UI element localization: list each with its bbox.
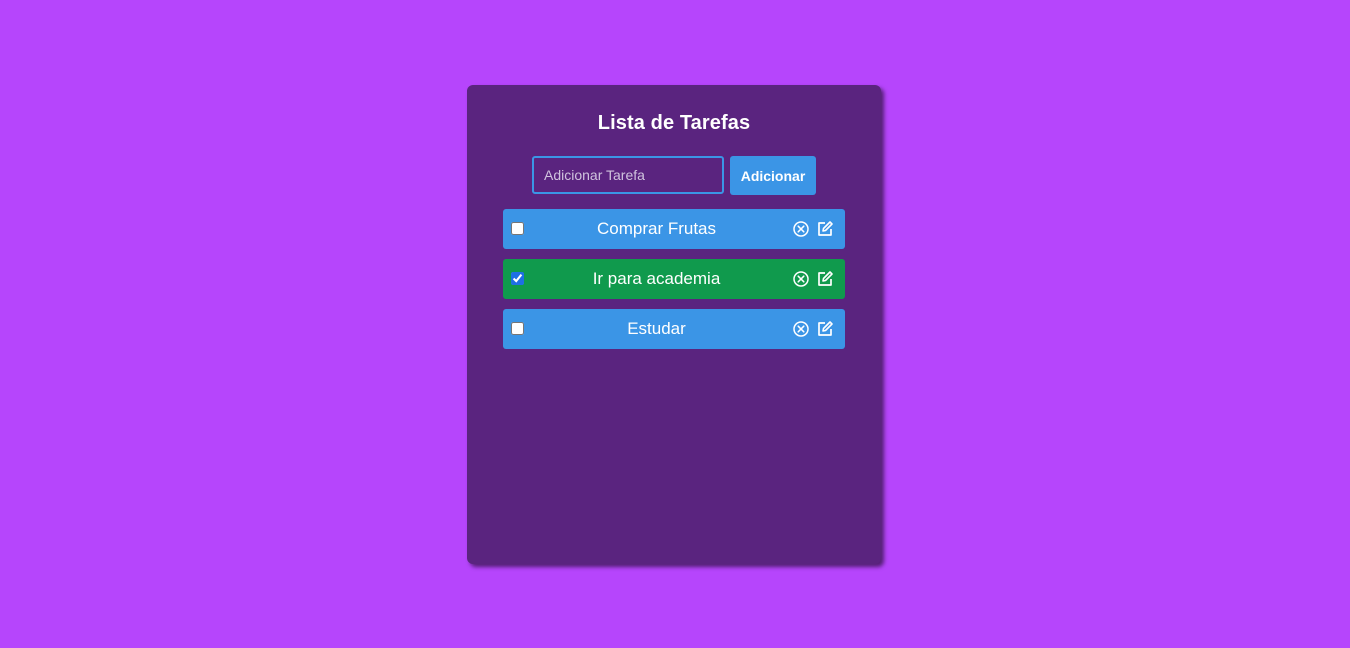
task-list: Comprar Frutas Ir para academia Estudar	[503, 209, 845, 359]
task-label: Estudar	[627, 319, 686, 338]
add-task-button[interactable]: Adicionar	[730, 156, 816, 195]
task-label: Comprar Frutas	[596, 219, 717, 238]
circle-x-icon[interactable]	[792, 220, 810, 238]
todo-card: Lista de Tarefas Adicionar Comprar Fruta…	[467, 85, 881, 564]
task-item: Estudar	[503, 309, 845, 349]
pencil-square-icon[interactable]	[816, 320, 834, 338]
pencil-square-icon[interactable]	[816, 270, 834, 288]
task-label: Ir para academia	[592, 269, 721, 288]
task-input[interactable]	[532, 156, 724, 194]
task-item: Comprar Frutas	[503, 209, 845, 249]
task-item: Ir para academia	[503, 259, 845, 299]
page-title: Lista de Tarefas	[597, 112, 751, 134]
pencil-square-icon[interactable]	[816, 220, 834, 238]
circle-x-icon[interactable]	[792, 320, 810, 338]
circle-x-icon[interactable]	[792, 270, 810, 288]
